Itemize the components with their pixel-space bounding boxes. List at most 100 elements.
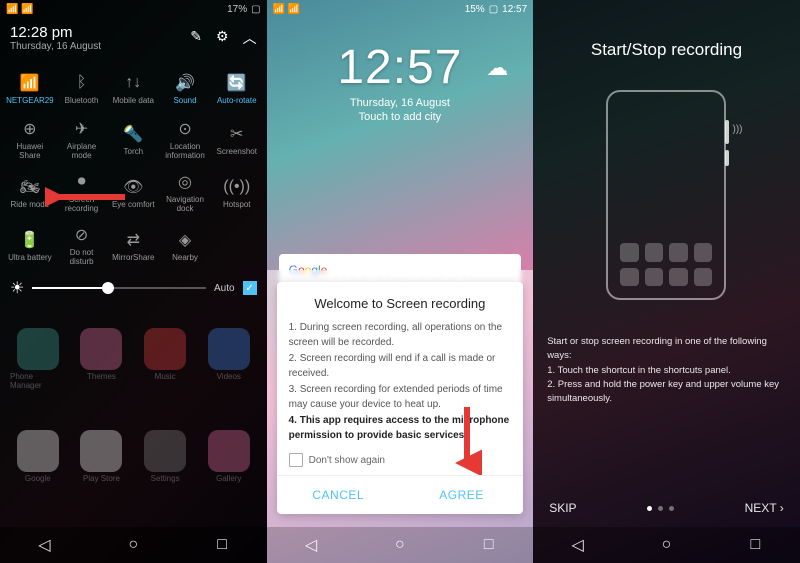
home-icon[interactable]: ○: [657, 536, 675, 554]
instr-step1: 1. Touch the shortcut in the shortcuts p…: [547, 364, 786, 378]
app-videos[interactable]: Videos: [201, 328, 257, 422]
agree-button[interactable]: AGREE: [400, 476, 523, 514]
app-icon: [17, 430, 59, 472]
dialog-title: Welcome to Screen recording: [277, 292, 524, 321]
battery-icon: ▢: [251, 4, 260, 15]
dialog-p4: 4. This app requires access to the micro…: [289, 414, 512, 443]
gear-icon[interactable]: ⚙: [216, 28, 229, 48]
qs-tile-torch[interactable]: 🔦Torch: [107, 113, 159, 166]
tile-icon: ⊙: [175, 119, 195, 139]
qs-tile-auto-rotate[interactable]: 🔄Auto-rotate: [211, 65, 263, 113]
tile-icon: 👁: [123, 177, 143, 197]
signal-icons: 📶 📶: [273, 4, 301, 15]
auto-brightness-checkbox[interactable]: ✓: [243, 281, 257, 295]
dialog-p1: 1. During screen recording, all operatio…: [289, 321, 512, 350]
nav-bar: ◁ ○ □: [267, 527, 534, 563]
tutorial-title: Start/Stop recording: [533, 40, 800, 60]
qs-tile-airplane-mode[interactable]: ✈Airplane mode: [56, 113, 108, 166]
collapse-icon[interactable]: ︿: [243, 28, 257, 48]
qs-tile-huawei-share[interactable]: ⊕Huawei Share: [4, 113, 56, 166]
app-play-store[interactable]: Play Store: [74, 430, 130, 515]
weather-icon[interactable]: ☁: [486, 55, 508, 81]
qs-tile-hotspot[interactable]: ((•))Hotspot: [211, 166, 263, 219]
dont-show-label: Don't show again: [309, 455, 385, 466]
tile-label: Mobile data: [113, 96, 154, 105]
welcome-dialog: Welcome to Screen recording 1. During sc…: [277, 282, 524, 514]
qs-tile-do-not-disturb[interactable]: ⊘ Do not disturb: [56, 219, 108, 272]
dont-show-checkbox[interactable]: [289, 453, 303, 467]
qs-tile-screenshot[interactable]: ✂Screenshot: [211, 113, 263, 166]
tile-icon: ⊘: [72, 225, 92, 245]
app-icon: [80, 328, 122, 370]
auto-label: Auto: [214, 283, 235, 294]
nav-bar: ◁ ○ □: [0, 527, 267, 563]
qs-tile-sound[interactable]: 🔊Sound: [159, 65, 211, 113]
home-icon[interactable]: ○: [124, 536, 142, 554]
qs-tile-bluetooth[interactable]: ᛒ Bluetooth: [56, 65, 108, 113]
qs-tile-ultra-battery[interactable]: 🔋 Ultra battery: [4, 219, 56, 272]
app-gallery[interactable]: Gallery: [201, 430, 257, 515]
tile-icon: 🔋: [20, 230, 40, 250]
tile-label: Eye comfort: [112, 200, 155, 209]
qs-tile-eye-comfort[interactable]: 👁 Eye comfort: [107, 166, 159, 219]
qs-tile-ride-mode[interactable]: 🏍Ride mode: [4, 166, 56, 219]
tile-icon: ↑↓: [123, 73, 143, 93]
nav-bar: ◁ ○ □: [533, 527, 800, 563]
tile-label: NETGEAR29: [6, 96, 54, 105]
app-label: Gallery: [216, 474, 241, 483]
qs-tile-screen-recording[interactable]: ⏺Screen recording: [56, 166, 108, 219]
tile-icon: 🔦: [123, 124, 143, 144]
app-themes[interactable]: Themes: [74, 328, 130, 422]
home-icon[interactable]: ○: [391, 536, 409, 554]
phone-illustration: ))): [606, 90, 726, 300]
app-label: Google: [25, 474, 51, 483]
qs-tile-netgear29[interactable]: 📶NETGEAR29: [4, 65, 56, 113]
tile-icon: ᛒ: [72, 73, 92, 93]
tile-icon: ◈: [175, 230, 195, 250]
dialog-p2: 2. Screen recording will end if a call i…: [289, 352, 512, 381]
recent-icon[interactable]: □: [213, 536, 231, 554]
app-label: Phone Manager: [10, 372, 66, 390]
back-icon[interactable]: ◁: [569, 536, 587, 554]
power-button-outline: [725, 150, 729, 166]
clock-date: Thursday, 16 August: [267, 97, 534, 109]
brightness-slider[interactable]: [32, 287, 206, 289]
panel-header: 12:28 pm Thursday, 16 August ✎ ⚙ ︿: [0, 20, 267, 56]
app-music[interactable]: Music: [137, 328, 193, 422]
app-label: Videos: [217, 372, 241, 381]
qs-tile-navigation-dock[interactable]: ◎Navigation dock: [159, 166, 211, 219]
qs-tile-mirrorshare[interactable]: ⇄MirrorShare: [107, 219, 159, 272]
skip-button[interactable]: SKIP: [549, 501, 576, 515]
tile-label: Ultra battery: [8, 253, 52, 262]
tile-label: Huawei Share: [6, 142, 54, 160]
qs-tile-location-information[interactable]: ⊙Location information: [159, 113, 211, 166]
app-icon: [208, 328, 250, 370]
recent-icon[interactable]: □: [480, 536, 498, 554]
home-apps-dimmed: Phone Manager ThemesMusic Videos Google Play…: [0, 320, 267, 523]
next-button[interactable]: NEXT ›: [745, 501, 784, 515]
app-google[interactable]: Google: [10, 430, 66, 515]
app-icon: [17, 328, 59, 370]
edit-icon[interactable]: ✎: [190, 28, 202, 48]
battery-percent: 15%: [465, 4, 485, 15]
header-time: 12:28 pm: [10, 24, 101, 41]
qs-tile-mobile-data[interactable]: ↑↓ Mobile data: [107, 65, 159, 113]
clock-city[interactable]: Touch to add city: [267, 111, 534, 123]
tile-label: Do not disturb: [58, 248, 106, 266]
back-icon[interactable]: ◁: [302, 536, 320, 554]
lock-clock: 12:57 Thursday, 16 August Touch to add c…: [267, 40, 534, 123]
status-bar: 📶 📶 17% ▢: [0, 0, 267, 18]
tile-label: Sound: [173, 96, 196, 105]
tile-icon: 🏍: [20, 177, 40, 197]
app-phone-manager[interactable]: Phone Manager: [10, 328, 66, 422]
back-icon[interactable]: ◁: [35, 536, 53, 554]
cancel-button[interactable]: CANCEL: [277, 476, 400, 514]
app-settings[interactable]: Settings: [137, 430, 193, 515]
tile-label: Screen recording: [58, 195, 106, 213]
quick-settings-grid: 📶NETGEAR29 ᛒ Bluetooth ↑↓ Mobile data 🔊Sound🔄…: [0, 65, 267, 272]
welcome-dialog-panel: 📶 📶 15% ▢ 12:57 12:57 Thursday, 16 Augus…: [267, 0, 534, 563]
tile-label: Bluetooth: [65, 96, 99, 105]
recent-icon[interactable]: □: [746, 536, 764, 554]
qs-tile-nearby[interactable]: ◈Nearby: [159, 219, 211, 272]
header-date: Thursday, 16 August: [10, 41, 101, 52]
